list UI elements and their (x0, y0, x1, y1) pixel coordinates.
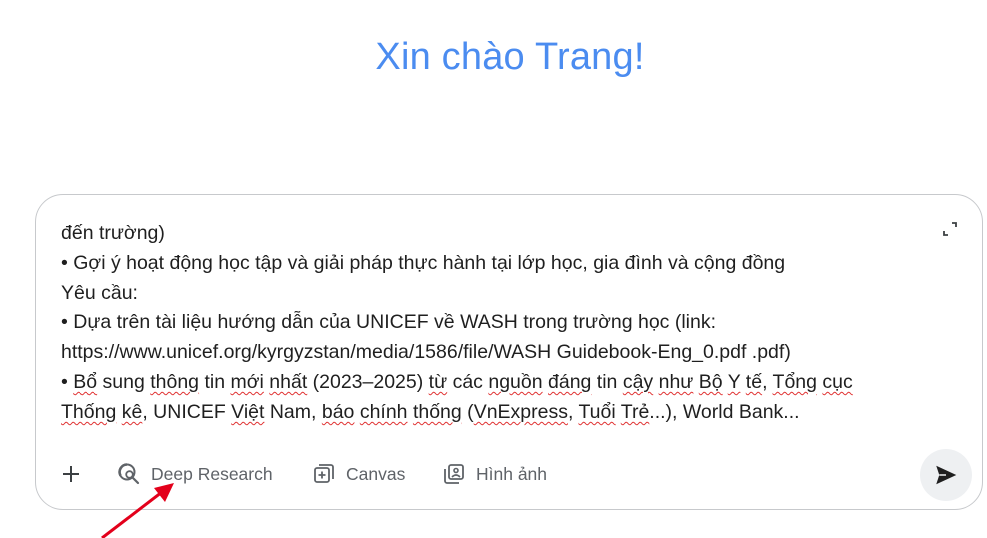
spellcheck-word: Y (727, 370, 741, 393)
greeting-title: Xin chào Trang! (375, 36, 645, 78)
canvas-button[interactable]: Canvas (312, 461, 405, 487)
prompt-line: Yêu cầu: (61, 279, 921, 309)
spellcheck-word: đáng (548, 370, 592, 393)
deep-research-button[interactable]: Deep Research (117, 461, 273, 487)
deep-research-icon (118, 463, 140, 485)
prompt-text-segment: , (762, 370, 773, 393)
spellcheck-word: Trẻ (620, 400, 650, 423)
spellcheck-word: nguồn (488, 370, 543, 393)
prompt-line: • Bổ sung thông tin mới nhất (2023–2025)… (61, 368, 921, 398)
expand-button[interactable] (942, 221, 958, 237)
spellcheck-word: kê (121, 400, 143, 423)
spellcheck-word: Tuổi (578, 400, 616, 423)
prompt-input[interactable]: đến trường) • Gợi ý hoạt động học tập và … (61, 219, 921, 428)
spellcheck-word: thống (412, 400, 462, 423)
prompt-toolbar: Deep Research Canvas Hình ảnh (36, 445, 982, 501)
spellcheck-word: báo (321, 400, 355, 423)
spellcheck-word: thông (150, 370, 200, 393)
prompt-text-segment: đến trường) (61, 222, 165, 244)
prompt-text-segment: • Gợi ý hoạt động học tập và giải pháp t… (61, 251, 786, 274)
spellcheck-word: như (658, 370, 694, 393)
prompt-text-segment: sung (97, 370, 151, 393)
prompt-text-segment: ...), World Bank... (649, 400, 800, 423)
deep-research-label: Deep Research (151, 463, 273, 484)
image-label: Hình ảnh (476, 463, 548, 484)
spellcheck-word: chính (359, 400, 408, 423)
canvas-label: Canvas (346, 463, 406, 484)
prompt-text-segment: tin (591, 370, 623, 393)
prompt-text-segment: , UNICEF (142, 400, 232, 423)
spellcheck-word: Thống (61, 400, 117, 423)
spellcheck-word: VnExpress (473, 400, 568, 423)
image-button[interactable]: Hình ảnh (442, 461, 547, 487)
prompt-line: • Gợi ý hoạt động học tập và giải pháp t… (61, 249, 921, 279)
gemini-home: Xin chào Trang! đến trường) • Gợi ý hoạt … (0, 0, 987, 538)
prompt-line: Thống kê, UNICEF Việt Nam, báo chính thố… (61, 398, 921, 428)
prompt-line: • Dựa trên tài liệu hướng dẫn của UNICEF… (61, 308, 921, 338)
image-icon (444, 464, 464, 484)
spellcheck-word: nhất (269, 370, 308, 393)
prompt-text-segment: , (567, 400, 579, 423)
spellcheck-word: Việt (231, 400, 265, 423)
prompt-text-segment: • Dựa trên tài liệu hướng dẫn của UNICEF… (61, 311, 717, 334)
prompt-text-segment: Nam, (264, 400, 322, 423)
send-button[interactable] (920, 449, 972, 501)
spellcheck-word: Tổng (772, 370, 817, 393)
canvas-icon (314, 464, 334, 483)
prompt-text-segment: https://www.unicef.org/kyrgyzstan/media/… (61, 341, 791, 364)
prompt-text-segment: tin (199, 370, 231, 393)
prompt-text-segment: Yêu cầu: (61, 281, 138, 304)
spellcheck-word: từ (428, 370, 448, 393)
plus-icon (63, 466, 79, 482)
spellcheck-word: Bộ (698, 370, 723, 393)
prompt-box[interactable]: đến trường) • Gợi ý hoạt động học tập và … (35, 194, 983, 510)
prompt-line: https://www.unicef.org/kyrgyzstan/media/… (61, 338, 921, 368)
prompt-text-segment: (2023–2025) (307, 370, 429, 393)
send-icon (936, 465, 957, 485)
spellcheck-word: cục (822, 370, 853, 393)
prompt-text-segment: • (61, 370, 74, 393)
spellcheck-word: cậy (622, 370, 654, 393)
spellcheck-word: Bổ (73, 370, 98, 393)
prompt-text-segment: các (447, 370, 489, 393)
add-button[interactable] (58, 461, 84, 487)
expand-icon (943, 222, 957, 236)
spellcheck-word: tế (745, 370, 763, 393)
prompt-line: đến trường) (61, 219, 921, 249)
prompt-text-segment: ( (461, 400, 474, 423)
spellcheck-word: mới (230, 370, 264, 393)
